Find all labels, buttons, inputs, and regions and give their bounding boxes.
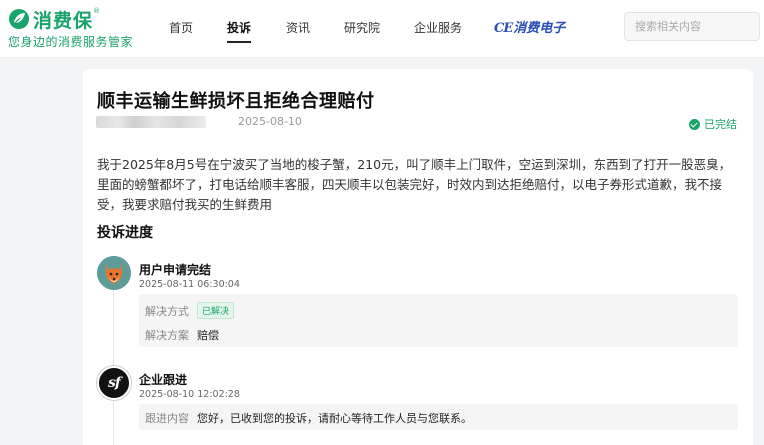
ce-label: 消费电子: [513, 21, 566, 36]
detail-label: 跟进内容: [145, 412, 189, 425]
resolved-tag: 已解决: [197, 302, 235, 319]
brand-reg-mark: ®: [93, 7, 101, 15]
status-badge: 已完结: [689, 116, 737, 132]
brand-name: 消费保: [33, 9, 94, 32]
complaint-description: 我于2025年8月5号在宁波买了当地的梭子蟹，210元，叫了顺丰上门取件，空运到…: [97, 157, 732, 212]
status-text: 已完结: [704, 118, 737, 131]
nav-home[interactable]: 首页: [169, 19, 193, 36]
search-input[interactable]: [625, 13, 759, 40]
blurred-username: [96, 116, 206, 128]
event-time: 2025-08-11 06:30:04: [139, 279, 240, 290]
event-title: 企业跟进: [139, 373, 188, 387]
nav-active-underline: [227, 41, 252, 43]
event-detail-box: 跟进内容 您好，已收到您的投诉，请耐心等待工作人员与您联系。: [139, 404, 738, 430]
check-circle-icon: [689, 118, 700, 130]
nav-complaints[interactable]: 投诉: [227, 19, 252, 43]
detail-row-method: 解决方式 已解决: [145, 302, 235, 319]
detail-value: 您好，已收到您的投诉，请耐心等待工作人员与您联系。: [197, 412, 472, 425]
complaint-title: 顺丰运输生鲜损坏且拒绝合理赔付: [97, 91, 375, 112]
nav-enterprise[interactable]: 企业服务: [414, 19, 462, 36]
sf-logo-icon: sf: [97, 366, 131, 400]
site-logo[interactable]: 消费保 ® 您身边的消费服务管家: [8, 7, 133, 50]
fox-avatar-icon: [97, 256, 131, 290]
nav-news[interactable]: 资讯: [286, 19, 310, 36]
complaint-date: 2025-08-10: [238, 115, 302, 128]
detail-row-followup: 跟进内容 您好，已收到您的投诉，请耐心等待工作人员与您联系。: [145, 410, 472, 426]
event-detail-box: 解决方式 已解决 解决方案 赔偿: [139, 294, 738, 347]
sf-logo-text: sf: [108, 375, 121, 391]
event-time: 2025-08-10 12:02:28: [139, 389, 240, 400]
search-box: [624, 12, 760, 41]
progress-section-title: 投诉进度: [97, 225, 153, 241]
brand-slogan: 您身边的消费服务管家: [8, 35, 134, 49]
event-title: 用户申请完结: [139, 263, 212, 277]
nav-ce-electronics[interactable]: CE消费电子: [494, 17, 565, 36]
leaf-logo-icon: [8, 8, 30, 30]
ce-prefix: CE: [494, 21, 513, 36]
nav-complaints-label: 投诉: [227, 21, 252, 35]
detail-label: 解决方案: [145, 329, 189, 342]
top-header: 消费保 ® 您身边的消费服务管家 首页 投诉 资讯 研究院 企业服务 CE消费电…: [0, 0, 764, 58]
detail-row-solution: 解决方案 赔偿: [145, 327, 219, 343]
detail-value: 赔偿: [197, 329, 219, 342]
complaint-card: 顺丰运输生鲜损坏且拒绝合理赔付 2025-08-10 已完结 我于2025年8月…: [83, 69, 753, 445]
detail-label: 解决方式: [145, 304, 189, 318]
nav-research[interactable]: 研究院: [344, 19, 380, 36]
